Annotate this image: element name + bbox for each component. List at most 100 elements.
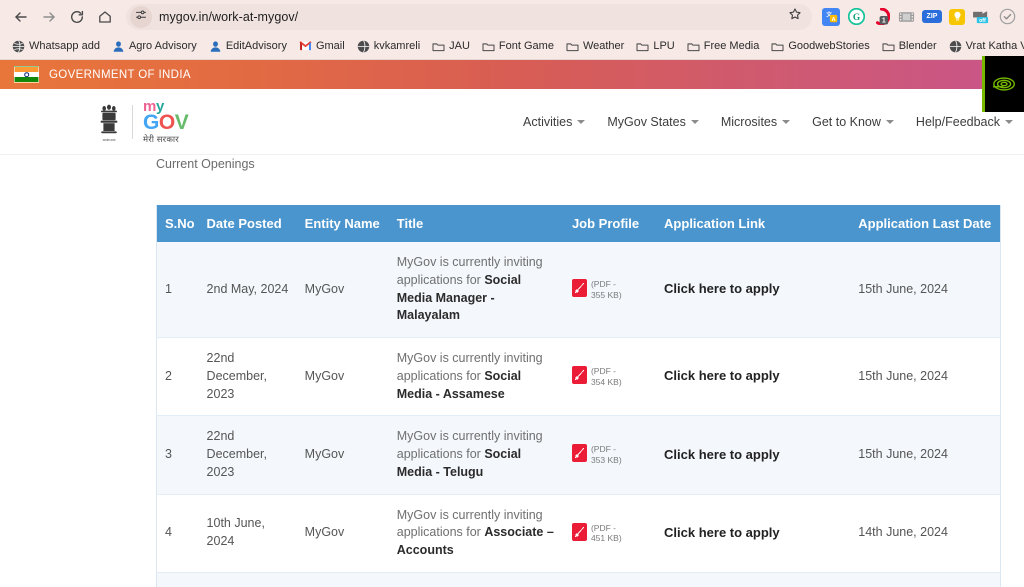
star-icon: [788, 7, 802, 26]
nav-item-microsites[interactable]: Microsites: [710, 109, 801, 135]
column-header-application-link: Application Link: [656, 205, 851, 242]
bookmark-folder[interactable]: Weather: [560, 38, 630, 55]
notification-badge-icon[interactable]: 1: [872, 8, 890, 26]
nav-item-get-to-know[interactable]: Get to Know: [801, 109, 905, 135]
address-bar[interactable]: mygov.in/work-at-mygov/: [126, 3, 812, 30]
site-header: सत्यमेव जयते my GOV मेरी सरकार Activitie…: [0, 89, 1024, 227]
chevron-down-icon: [1005, 119, 1013, 124]
camera-off-icon[interactable]: off: [972, 8, 991, 26]
bookmark-label: GoodwebStories: [788, 40, 870, 52]
cell-sno: 1: [156, 242, 199, 338]
table-row: 5 10th June, 2024 MyGov MyGov is current…: [156, 572, 1001, 587]
cell-entity: MyGov: [296, 337, 389, 417]
lightbulb-icon[interactable]: [949, 8, 965, 25]
grammarly-icon[interactable]: G: [847, 8, 865, 26]
cell-application-link[interactable]: Click here to apply: [656, 242, 851, 338]
cell-application-link[interactable]: Click here to apply: [656, 337, 851, 417]
bookmark-label: Agro Advisory: [128, 40, 197, 52]
emblem-caption: सत्यमेव जयते: [102, 138, 116, 142]
film-strip-icon[interactable]: [897, 8, 915, 26]
column-header-title: Title: [388, 205, 564, 242]
cell-job-profile[interactable]: (PDF - 451 KB): [563, 494, 657, 573]
chevron-down-icon: [577, 119, 586, 124]
bookmark-folder[interactable]: LPU: [630, 38, 680, 55]
site-settings-button[interactable]: [130, 5, 152, 28]
cell-sno: 5: [156, 572, 199, 587]
table-row: 3 22nd December, 2023 MyGov MyGov is cur…: [156, 415, 1001, 495]
svg-text:off: off: [979, 18, 986, 24]
check-circle-icon[interactable]: [998, 8, 1016, 26]
cell-job-profile[interactable]: (PDF - 355 KB): [563, 242, 657, 338]
cell-sno: 4: [156, 494, 199, 573]
bookmark-label: EditAdvisory: [225, 40, 287, 52]
bookmark-item[interactable]: kvkamreli: [351, 38, 426, 55]
folder-icon: [482, 40, 495, 53]
cell-date-posted: 10th June, 2024: [198, 572, 297, 587]
bookmark-item[interactable]: Whatsapp add: [6, 38, 106, 55]
url-text[interactable]: mygov.in/work-at-mygov/: [159, 10, 784, 24]
pdf-icon[interactable]: [571, 522, 587, 541]
cell-title: MyGov is currently inviting applications…: [388, 415, 564, 495]
bookmark-item[interactable]: EditAdvisory: [203, 38, 293, 55]
extension-icons: 文A G 1 ZIP off: [822, 7, 1016, 26]
cell-job-profile[interactable]: (PDF - 354 KB): [563, 337, 657, 417]
back-button[interactable]: [8, 4, 34, 30]
nav-item-mygov-states[interactable]: MyGov States: [596, 109, 710, 135]
nav-label: Get to Know: [812, 114, 881, 129]
chevron-down-icon: [782, 119, 791, 124]
table-header: S.No Date Posted Entity Name Title Job P…: [156, 205, 1001, 242]
cell-last-date: 15th June, 2024: [850, 415, 1001, 495]
folder-icon: [636, 40, 649, 53]
cell-title: MyGov is currently inviting applications…: [388, 494, 564, 573]
pdf-meta: (PDF - 353 KB): [590, 444, 622, 465]
cell-sno: 2: [156, 337, 199, 417]
mygov-wordmark: my GOV मेरी सरकार: [143, 99, 189, 145]
google-translate-icon[interactable]: 文A: [822, 7, 840, 26]
zip-extension-icon[interactable]: ZIP: [922, 10, 942, 23]
folder-icon: [566, 40, 579, 53]
cell-application-link[interactable]: Click here to apply: [656, 572, 851, 587]
table-header-row: S.No Date Posted Entity Name Title Job P…: [156, 205, 1001, 242]
bookmark-folder[interactable]: Blender: [876, 38, 943, 55]
pdf-icon[interactable]: [571, 366, 587, 384]
browser-toolbar: mygov.in/work-at-mygov/ 文A G 1 ZIP off: [0, 0, 1024, 33]
nvidia-logo-icon: [992, 76, 1018, 92]
bookmark-folder[interactable]: Free Media: [681, 38, 766, 55]
bookmark-folder[interactable]: GoodwebStories: [765, 38, 875, 55]
bookmark-label: LPU: [653, 40, 675, 52]
bookmark-button[interactable]: [784, 6, 806, 28]
bookmark-folder[interactable]: Font Game: [476, 38, 560, 55]
gmail-icon: [299, 40, 312, 53]
bookmark-folder[interactable]: JAU: [426, 38, 476, 55]
home-icon: [97, 9, 113, 25]
forward-button[interactable]: [36, 4, 62, 30]
forward-arrow-icon: [41, 9, 57, 25]
site-settings-icon: [135, 8, 147, 26]
pdf-icon[interactable]: [571, 444, 587, 463]
home-button[interactable]: [92, 4, 118, 30]
cell-application-link[interactable]: Click here to apply: [656, 494, 851, 573]
nvidia-overlay-widget[interactable]: [982, 56, 1024, 112]
wordmark-hindi: मेरी सरकार: [143, 134, 179, 145]
cell-application-link[interactable]: Click here to apply: [656, 415, 851, 495]
screen: mygov.in/work-at-mygov/ 文A G 1 ZIP off W…: [0, 0, 1024, 587]
pdf-icon[interactable]: [571, 278, 587, 297]
bookmark-item[interactable]: Gmail: [293, 38, 351, 55]
reload-button[interactable]: [64, 4, 90, 30]
globe-icon: [357, 39, 370, 53]
chevron-down-icon: [690, 119, 699, 124]
folder-icon: [771, 40, 784, 53]
site-logo[interactable]: सत्यमेव जयते my GOV मेरी सरकार: [96, 99, 189, 145]
nav-item-activities[interactable]: Activities: [512, 109, 596, 135]
cell-entity: MyGov: [296, 494, 389, 573]
bookmark-item[interactable]: Agro Advisory: [106, 38, 203, 55]
cell-job-profile[interactable]: (PDF - 449 KB): [563, 572, 657, 587]
nav-item-help-feedback[interactable]: Help/Feedback: [905, 109, 1024, 135]
government-banner-text: GOVERNMENT OF INDIA: [49, 68, 191, 81]
column-header-application-last-date: Application Last Date: [850, 205, 1001, 242]
cell-job-profile[interactable]: (PDF - 353 KB): [563, 415, 657, 495]
cell-title: MyGov is currently inviting applications…: [388, 337, 564, 417]
column-header-entity-name: Entity Name: [296, 205, 389, 242]
bookmark-item[interactable]: Vrat Katha Varta Guj...: [943, 38, 1024, 55]
cell-date-posted: 10th June, 2024: [198, 494, 297, 573]
